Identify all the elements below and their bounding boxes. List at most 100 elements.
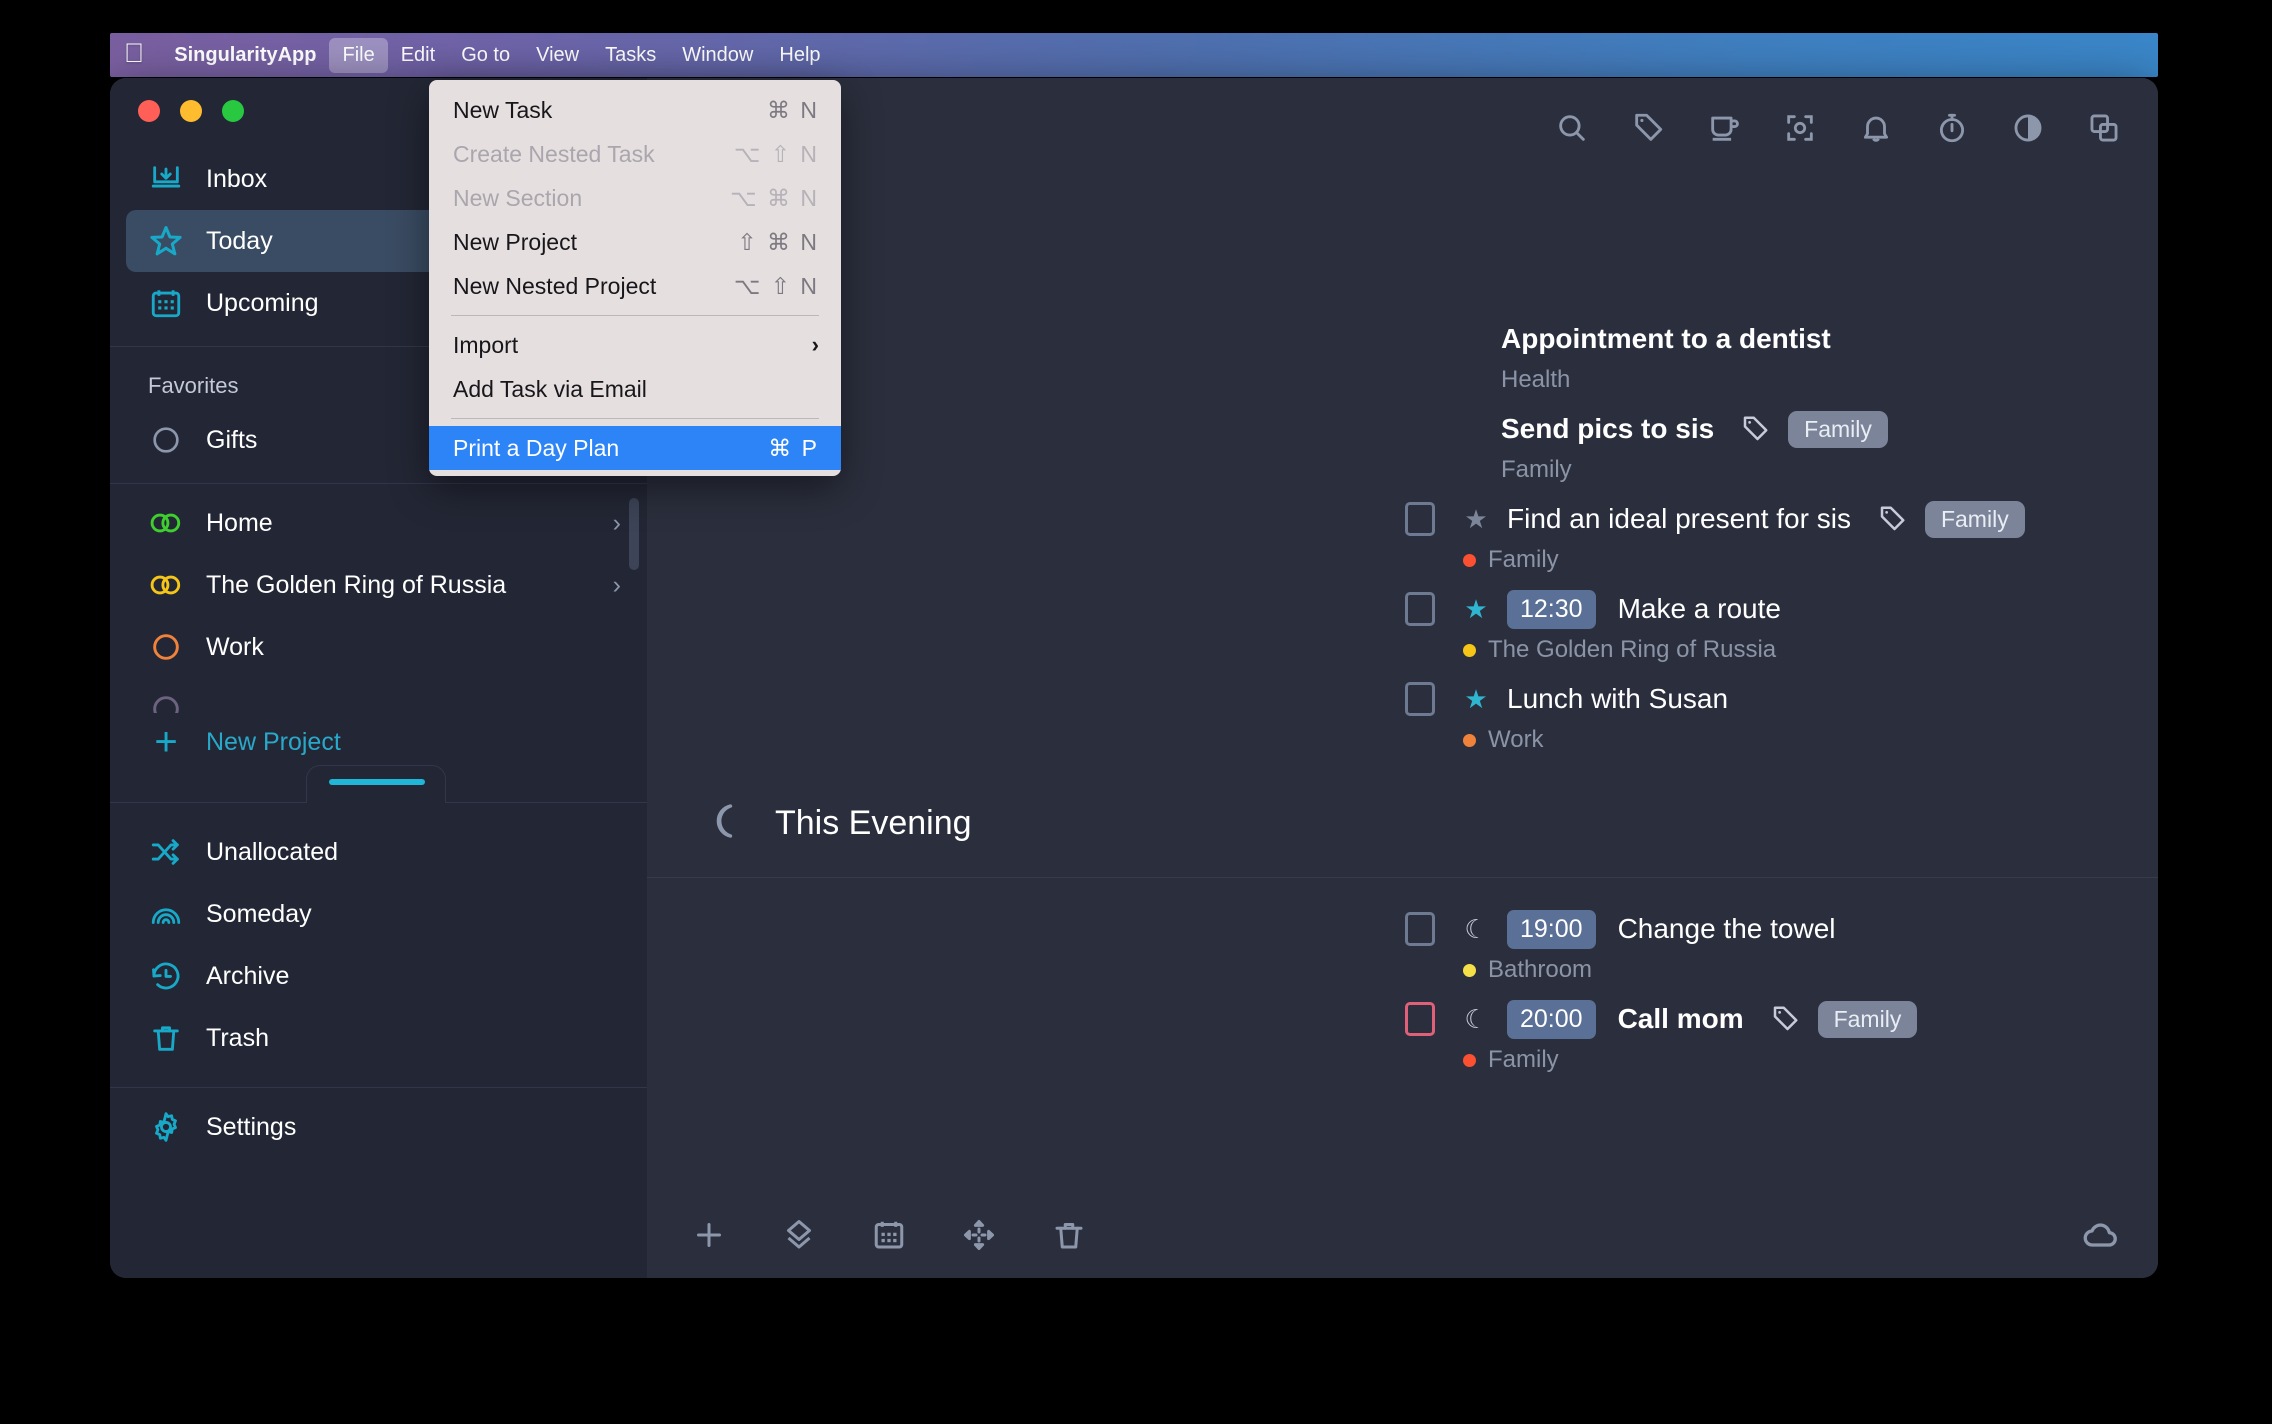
menu-item-import[interactable]: Import › — [429, 323, 841, 367]
calendar-icon[interactable] — [869, 1215, 909, 1255]
cloud-sync-icon[interactable] — [2080, 1215, 2120, 1255]
moon-icon: ☾ — [1464, 913, 1488, 944]
task-checkbox[interactable] — [1405, 682, 1435, 716]
chevron-right-icon[interactable]: › — [613, 571, 631, 600]
task-title[interactable]: Lunch with Susan — [1507, 683, 1728, 715]
menubar-item-edit[interactable]: Edit — [388, 38, 448, 73]
duplicate-window-icon[interactable] — [2084, 108, 2124, 148]
close-button[interactable] — [138, 100, 160, 122]
project-color-dot — [1463, 1053, 1476, 1067]
menu-item-label: Import — [453, 331, 519, 358]
menu-item-add-task-via-email[interactable]: Add Task via Email — [429, 367, 841, 411]
task-main-line: ★ Find an ideal present for sis Family — [647, 496, 2158, 542]
sidebar-item-unallocated[interactable]: Unallocated — [126, 821, 631, 883]
task-meta: Family — [647, 1046, 2158, 1074]
task-checkbox[interactable] — [1405, 912, 1435, 946]
minimize-button[interactable] — [180, 100, 202, 122]
task-list-today: Appointment to a dentist Health Send pic… — [647, 288, 2158, 770]
task-tag-chip[interactable]: Family — [1924, 500, 2025, 538]
menubar-item-file[interactable]: File — [329, 37, 388, 73]
sidebar-item-partial[interactable] — [126, 678, 631, 713]
task-list-evening: ☾ 19:00 Change the towel Bathroom ☾ 20:0… — [647, 878, 2158, 1090]
file-menu-dropdown: New Task ⌘ N Create Nested Task ⌥ ⇧ N Ne… — [429, 80, 841, 476]
app-window: Inbox Today Upcoming Favorites Gifts Hom… — [110, 78, 2158, 1278]
task-row[interactable]: ☾ 20:00 Call mom Family Family — [647, 990, 2158, 1080]
project-double-ring-icon — [148, 567, 184, 603]
task-row[interactable]: ★ Lunch with Susan Work — [647, 670, 2158, 760]
menubar-item-goto[interactable]: Go to — [448, 38, 523, 73]
task-row[interactable]: Appointment to a dentist Health — [647, 310, 2158, 400]
apple-logo-icon[interactable]:  — [124, 39, 144, 67]
plus-icon[interactable] — [689, 1215, 729, 1255]
sidebar-item-archive[interactable]: Archive — [126, 945, 631, 1007]
menubar-item-help[interactable]: Help — [766, 38, 833, 73]
sidebar-item-trash[interactable]: Trash — [126, 1007, 631, 1069]
menubar-item-window[interactable]: Window — [669, 38, 766, 73]
bell-icon[interactable] — [1856, 108, 1896, 148]
task-title[interactable]: Make a route — [1618, 593, 1781, 625]
menu-item-new-nested-project[interactable]: New Nested Project ⌥ ⇧ N — [429, 264, 841, 308]
tag-icon — [1740, 414, 1770, 444]
task-time-chip[interactable]: 20:00 — [1507, 999, 1596, 1039]
menu-item-new-task[interactable]: New Task ⌘ N — [429, 88, 841, 132]
task-row[interactable]: ★ 12:30 Make a route The Golden Ring of … — [647, 580, 2158, 670]
menubar-item-tasks[interactable]: Tasks — [592, 38, 669, 73]
task-tag-chip[interactable]: Family — [1817, 1000, 1918, 1038]
shuffle-icon — [148, 834, 184, 870]
sidebar-item-work[interactable]: Work — [126, 616, 631, 678]
task-title[interactable]: Change the towel — [1618, 913, 1836, 945]
task-title[interactable]: Send pics to sis — [1501, 413, 1714, 445]
sidebar-item-home[interactable]: Home › — [126, 492, 631, 554]
task-checkbox[interactable] — [1405, 1002, 1435, 1036]
task-checkbox[interactable] — [1405, 502, 1435, 536]
layers-icon[interactable] — [779, 1215, 819, 1255]
task-main-line: ☾ 20:00 Call mom Family — [647, 996, 2158, 1042]
task-time-chip[interactable]: 12:30 — [1507, 589, 1596, 629]
menu-item-shortcut: ⇧ ⌘ N — [737, 228, 819, 255]
menu-item-label: New Section — [453, 184, 583, 211]
menubar-item-view[interactable]: View — [523, 38, 592, 73]
task-row[interactable]: ★ Find an ideal present for sis Family F… — [647, 490, 2158, 580]
sidebar-item-settings[interactable]: Settings — [126, 1096, 631, 1158]
task-title[interactable]: Find an ideal present for sis — [1507, 503, 1851, 535]
timer-icon[interactable] — [1932, 108, 1972, 148]
contrast-icon[interactable] — [2008, 108, 2048, 148]
calendar-icon — [148, 285, 184, 321]
menu-item-label: New Nested Project — [453, 272, 657, 299]
menu-item-new-project[interactable]: New Project ⇧ ⌘ N — [429, 220, 841, 264]
trash-icon[interactable] — [1049, 1215, 1089, 1255]
sidebar-tab-active-indicator[interactable] — [306, 765, 446, 803]
sidebar-item-someday[interactable]: Someday — [126, 883, 631, 945]
new-project-button[interactable]: + New Project — [110, 713, 647, 771]
menu-item-print-a-day-plan[interactable]: Print a Day Plan ⌘ P — [429, 426, 841, 470]
task-row[interactable]: Send pics to sis Family Family — [647, 400, 2158, 490]
task-title[interactable]: Call mom — [1618, 1003, 1744, 1035]
search-icon[interactable] — [1552, 108, 1592, 148]
tag-icon[interactable] — [1628, 108, 1668, 148]
menu-item-label: Add Task via Email — [453, 375, 647, 402]
maximize-button[interactable] — [222, 100, 244, 122]
star-icon[interactable]: ★ — [1463, 504, 1489, 535]
task-checkbox[interactable] — [1405, 592, 1435, 626]
sidebar-item-golden-ring[interactable]: The Golden Ring of Russia › — [126, 554, 631, 616]
project-ring-icon — [148, 691, 184, 713]
task-meta: Health — [647, 366, 2158, 394]
star-icon[interactable]: ★ — [1463, 684, 1489, 715]
task-time-chip[interactable]: 19:00 — [1507, 909, 1596, 949]
sidebar-item-label: Work — [206, 632, 264, 661]
sidebar-item-label: Unallocated — [206, 837, 339, 866]
task-project-label: Health — [1501, 366, 1571, 393]
task-row[interactable]: ☾ 19:00 Change the towel Bathroom — [647, 900, 2158, 990]
sidebar-projects-group[interactable]: Home › The Golden Ring of Russia › Work — [110, 483, 647, 713]
task-title[interactable]: Appointment to a dentist — [1501, 323, 1831, 355]
task-project-label: Work — [1488, 726, 1544, 753]
sidebar-scrollbar[interactable] — [629, 498, 639, 570]
task-meta: The Golden Ring of Russia — [647, 636, 2158, 664]
move-icon[interactable] — [959, 1215, 999, 1255]
tag-icon — [1877, 504, 1907, 534]
coffee-cup-icon[interactable] — [1704, 108, 1744, 148]
focus-frame-icon[interactable] — [1780, 108, 1820, 148]
menubar-item-app[interactable]: SingularityApp — [170, 38, 329, 73]
star-icon[interactable]: ★ — [1463, 594, 1489, 625]
task-tag-chip[interactable]: Family — [1788, 410, 1888, 448]
